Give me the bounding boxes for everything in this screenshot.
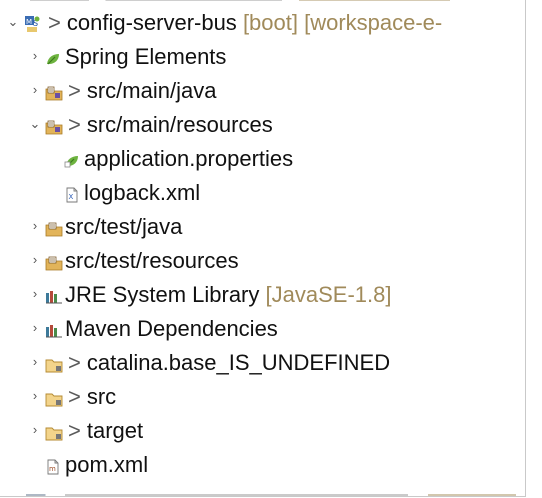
- decoration-marker: >: [68, 112, 81, 137]
- decoration-marker: >: [68, 384, 81, 409]
- tree-item-src-test-java[interactable]: › src/test/java: [0, 210, 520, 244]
- expand-toggle-icon[interactable]: ›: [28, 285, 42, 303]
- expand-toggle-icon[interactable]: ›: [28, 251, 42, 269]
- tree-item-maven-dependencies[interactable]: › Maven Dependencies: [0, 312, 520, 346]
- decoration-marker: >: [48, 10, 61, 35]
- tree-item-logback-xml[interactable]: X logback.xml: [0, 176, 520, 210]
- expand-toggle-icon[interactable]: ›: [28, 217, 42, 235]
- tree-item-label: pom.xml: [65, 452, 149, 477]
- svg-text:X: X: [69, 193, 74, 201]
- expand-toggle-icon[interactable]: ›: [28, 421, 42, 439]
- expand-toggle-icon[interactable]: ›: [28, 319, 42, 337]
- tree-item-jre-system-library[interactable]: › JRE System Library [JavaSE-1.8]: [0, 278, 520, 312]
- clipped-row-above: [30, 0, 450, 2]
- tree-item-spring-elements[interactable]: › Spring Elements: [0, 40, 520, 74]
- tree-item-label: src/test/resources: [65, 248, 239, 273]
- xml-file-icon: X: [64, 183, 80, 203]
- tree-item-src-main-java[interactable]: › > src/main/java: [0, 74, 520, 108]
- decoration-marker: >: [68, 418, 81, 443]
- decoration-marker: >: [68, 78, 81, 103]
- tree-item-label: src/test/java: [65, 214, 183, 239]
- source-folder-icon: [45, 81, 63, 101]
- tree-item-src-test-resources[interactable]: › src/test/resources: [0, 244, 520, 278]
- maven-pom-icon: m: [45, 455, 61, 475]
- package-folder-icon: [45, 217, 63, 237]
- clipped-row-below: [26, 491, 516, 496]
- tree-item-qualifier: [JavaSE-1.8]: [265, 282, 392, 307]
- tree-item-label: logback.xml: [84, 180, 201, 205]
- tree-item-label: src/main/java: [86, 78, 217, 103]
- expand-toggle-icon[interactable]: ›: [28, 387, 42, 405]
- expand-toggle-icon[interactable]: ›: [28, 47, 42, 65]
- tree-item-src-main-resources[interactable]: ⌄ > src/main/resources: [0, 108, 520, 142]
- svg-text:M: M: [26, 18, 32, 26]
- tree-item-label: catalina.base_IS_UNDEFINED: [86, 350, 391, 375]
- tree-item-application-properties[interactable]: application.properties: [0, 142, 520, 176]
- expand-toggle-icon[interactable]: ›: [28, 353, 42, 371]
- tree-item-pom-xml[interactable]: m pom.xml: [0, 448, 520, 482]
- tree-item-label: application.properties: [84, 146, 294, 171]
- project-explorer-tree: ⌄ MS > config-server-bus [boot] [workspac…: [0, 0, 526, 497]
- tree-item-project[interactable]: ⌄ MS > config-server-bus [boot] [workspac…: [0, 6, 520, 40]
- project-icon: MS: [24, 13, 40, 32]
- tree-item-qualifier: [boot] [workspace-e-: [242, 10, 443, 35]
- expand-toggle-icon[interactable]: ›: [28, 81, 42, 99]
- tree-item-label: JRE System Library: [65, 282, 260, 307]
- folder-icon: [45, 353, 63, 373]
- tree-item-label: src: [86, 384, 117, 409]
- package-folder-icon: [45, 251, 63, 271]
- source-folder-icon: [45, 115, 63, 135]
- library-icon: [45, 319, 62, 338]
- tree-item-label: target: [86, 418, 144, 443]
- library-icon: [45, 285, 62, 304]
- collapse-toggle-icon[interactable]: ⌄: [6, 13, 20, 31]
- tree-item-target[interactable]: › > target: [0, 414, 520, 448]
- vertical-scrollbar[interactable]: [526, 0, 542, 498]
- collapse-toggle-icon[interactable]: ⌄: [28, 115, 42, 133]
- tree-item-label: Spring Elements: [65, 44, 227, 69]
- tree-item-label: src/main/resources: [86, 112, 273, 137]
- spring-leaf-icon: [45, 47, 61, 65]
- tree-item-src[interactable]: › > src: [0, 380, 520, 414]
- decoration-marker: >: [68, 350, 81, 375]
- svg-text:m: m: [49, 465, 56, 473]
- spring-properties-icon: [64, 149, 80, 168]
- tree-item-label: Maven Dependencies: [65, 316, 278, 341]
- tree-item-catalina-base[interactable]: › > catalina.base_IS_UNDEFINED: [0, 346, 520, 380]
- folder-icon: [45, 387, 63, 407]
- folder-icon: [45, 421, 63, 441]
- tree-item-label: config-server-bus: [66, 10, 237, 35]
